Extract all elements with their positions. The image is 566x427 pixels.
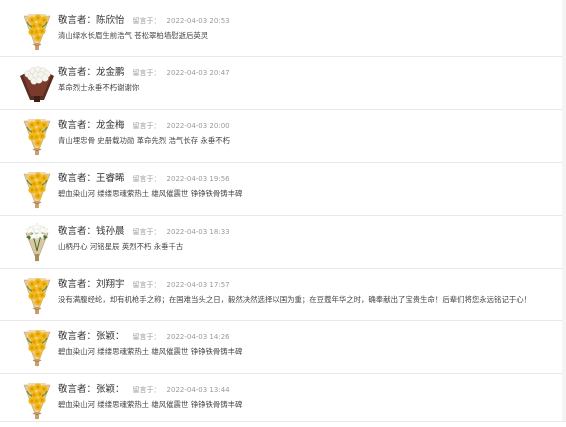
message-item: 敬言者：龙金鹏 留言于： 2022-04-03 20:47 革命烈士永垂不朽谢谢你	[0, 58, 566, 110]
message-content: 碧血染山河 缕缕思魂萦热土 雄风催震世 铮铮铁骨铸丰碑	[58, 400, 243, 409]
lily-bouquet-icon	[18, 221, 56, 265]
message-item: 敬言者：钱孙晨 留言于： 2022-04-03 18:33 山柄丹心 河铭星辰 英烈不…	[0, 217, 566, 269]
message-time: 2022-04-03 18:33	[166, 228, 230, 236]
message-item: 敬言者：王睿晞 留言于： 2022-04-03 19:56 碧血染山河 缕缕思魂萦热土…	[0, 164, 566, 216]
message-content: 清山绿水长眉生前浩气 苍松翠柏墙慰逝后英灵	[58, 31, 209, 40]
author-label: 敬言者：	[58, 384, 97, 395]
message-time: 2022-04-03 20:47	[166, 69, 230, 77]
author-name: 龙金梅	[96, 120, 125, 131]
chrysanthemum-bouquet-icon	[18, 115, 56, 159]
time-label: 留言于：	[132, 175, 161, 183]
time-label: 留言于：	[132, 69, 161, 77]
author-label: 敬言者：	[58, 279, 97, 290]
message-item: 敬言者：龙金梅 留言于： 2022-04-03 20:00 青山埋忠骨 史册载功勋 革…	[0, 111, 566, 163]
author-name: 陈欣怡	[96, 15, 125, 26]
author-name: 龙金鹏	[96, 67, 125, 78]
time-label: 留言于：	[132, 333, 161, 341]
white-rose-bouquet-icon	[18, 62, 56, 106]
message-content: 山柄丹心 河铭星辰 英烈不朽 永垂千古	[58, 242, 184, 251]
time-label: 留言于：	[132, 228, 161, 236]
author-label: 敬言者：	[58, 173, 97, 184]
message-content: 碧血染山河 缕缕思魂萦热土 雄风催震世 铮铮铁骨铸丰碑	[58, 347, 243, 356]
author-label: 敬言者：	[58, 120, 97, 131]
author-name: 王睿晞	[96, 173, 125, 184]
author-line: 敬言者：张颖： 留言于： 2022-04-03 13:44	[58, 379, 230, 395]
message-time: 2022-04-03 20:53	[166, 17, 230, 25]
author-name: 钱孙晨	[96, 226, 125, 237]
chrysanthemum-bouquet-icon	[18, 274, 56, 318]
chrysanthemum-bouquet-icon	[18, 379, 56, 423]
author-line: 敬言者：张颖： 留言于： 2022-04-03 14:26	[58, 326, 230, 342]
message-content: 革命烈士永垂不朽谢谢你	[58, 83, 140, 92]
message-time: 2022-04-03 19:56	[166, 175, 230, 183]
scrollbar[interactable]	[562, 0, 566, 421]
author-line: 敬言者：钱孙晨 留言于： 2022-04-03 18:33	[58, 221, 230, 237]
message-content: 没有满腹经纶，却有机枪手之称；在国难当头之日，毅然决然选择以国为重；在豆蔻年华之…	[58, 295, 532, 304]
author-name: 张颖：	[96, 331, 125, 342]
message-list: 敬言者：陈欣怡 留言于： 2022-04-03 20:53 清山绿水长眉生前浩气 苍松…	[0, 0, 566, 422]
author-line: 敬言者：王睿晞 留言于： 2022-04-03 19:56	[58, 168, 230, 184]
message-item: 敬言者：刘翔宇 留言于： 2022-04-03 17:57 没有满腹经纶，却有机枪手之…	[0, 270, 566, 321]
message-time: 2022-04-03 20:00	[166, 122, 230, 130]
message-content: 碧血染山河 缕缕思魂萦热土 雄风催震世 铮铮铁骨铸丰碑	[58, 189, 243, 198]
author-label: 敬言者：	[58, 15, 97, 26]
author-line: 敬言者：龙金鹏 留言于： 2022-04-03 20:47	[58, 62, 230, 78]
author-label: 敬言者：	[58, 226, 97, 237]
message-content: 青山埋忠骨 史册载功勋 革命先烈 浩气长存 永垂不朽	[58, 136, 230, 145]
time-label: 留言于：	[132, 17, 161, 25]
message-time: 2022-04-03 14:26	[166, 333, 230, 341]
chrysanthemum-bouquet-icon	[18, 326, 56, 370]
author-line: 敬言者：刘翔宇 留言于： 2022-04-03 17:57	[58, 274, 230, 290]
time-label: 留言于：	[132, 281, 161, 289]
message-time: 2022-04-03 17:57	[166, 281, 230, 289]
time-label: 留言于：	[132, 122, 161, 130]
message-item: 敬言者：张颖： 留言于： 2022-04-03 14:26 碧血染山河 缕缕思魂萦热土…	[0, 322, 566, 374]
author-line: 敬言者：龙金梅 留言于： 2022-04-03 20:00	[58, 115, 230, 131]
chrysanthemum-bouquet-icon	[18, 10, 56, 54]
author-label: 敬言者：	[58, 331, 97, 342]
message-item: 敬言者：张颖： 留言于： 2022-04-03 13:44 碧血染山河 缕缕思魂萦热土…	[0, 375, 566, 422]
author-name: 刘翔宇	[96, 279, 125, 290]
author-label: 敬言者：	[58, 67, 97, 78]
author-line: 敬言者：陈欣怡 留言于： 2022-04-03 20:53	[58, 10, 230, 26]
author-name: 张颖：	[96, 384, 125, 395]
time-label: 留言于：	[132, 386, 161, 394]
chrysanthemum-bouquet-icon	[18, 168, 56, 212]
message-item: 敬言者：陈欣怡 留言于： 2022-04-03 20:53 清山绿水长眉生前浩气 苍松…	[0, 6, 566, 57]
message-time: 2022-04-03 13:44	[166, 386, 230, 394]
